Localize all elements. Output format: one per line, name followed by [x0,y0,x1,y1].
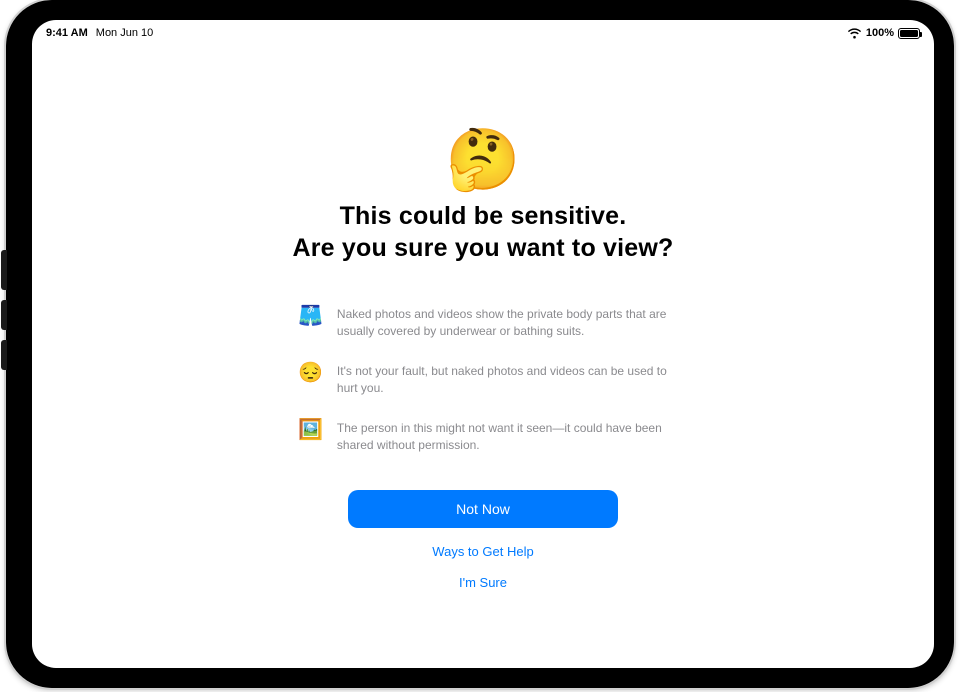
ipad-device-frame: 9:41 AM Mon Jun 10 100% 🤔 This could be … [6,0,954,688]
bullet-text: Naked photos and videos show the private… [337,306,668,341]
bullet-item: 😔 It's not your fault, but naked photos … [298,363,668,398]
title-line-1: This could be sensitive. [292,200,673,232]
side-button [1,250,7,290]
bullet-item: 🩳 Naked photos and videos show the priva… [298,306,668,341]
bullet-item: 🖼️ The person in this might not want it … [298,420,668,455]
screen: 9:41 AM Mon Jun 10 100% 🤔 This could be … [32,20,934,668]
ways-to-get-help-button[interactable]: Ways to Get Help [432,544,533,559]
status-bar: 9:41 AM Mon Jun 10 100% [32,20,934,44]
bullet-text: It's not your fault, but naked photos an… [337,363,668,398]
side-button [1,300,7,330]
dialog-actions: Not Now Ways to Get Help I'm Sure [348,490,618,590]
sad-face-icon: 😔 [298,363,323,383]
dialog-title: This could be sensitive. Are you sure yo… [292,200,673,264]
clothing-icon: 🩳 [298,306,323,326]
title-line-2: Are you sure you want to view? [292,232,673,264]
im-sure-button[interactable]: I'm Sure [459,575,507,590]
status-time: 9:41 AM [46,27,88,39]
battery-percent: 100% [866,27,894,39]
not-now-button[interactable]: Not Now [348,490,618,528]
status-date: Mon Jun 10 [96,27,153,39]
battery-icon [898,28,920,39]
thinking-face-icon: 🤔 [446,130,521,190]
bullet-list: 🩳 Naked photos and videos show the priva… [298,306,668,454]
picture-icon: 🖼️ [298,420,323,440]
wifi-icon [847,28,862,39]
side-button [1,340,7,370]
sensitive-content-dialog: 🤔 This could be sensitive. Are you sure … [32,130,934,590]
bullet-text: The person in this might not want it see… [337,420,668,455]
